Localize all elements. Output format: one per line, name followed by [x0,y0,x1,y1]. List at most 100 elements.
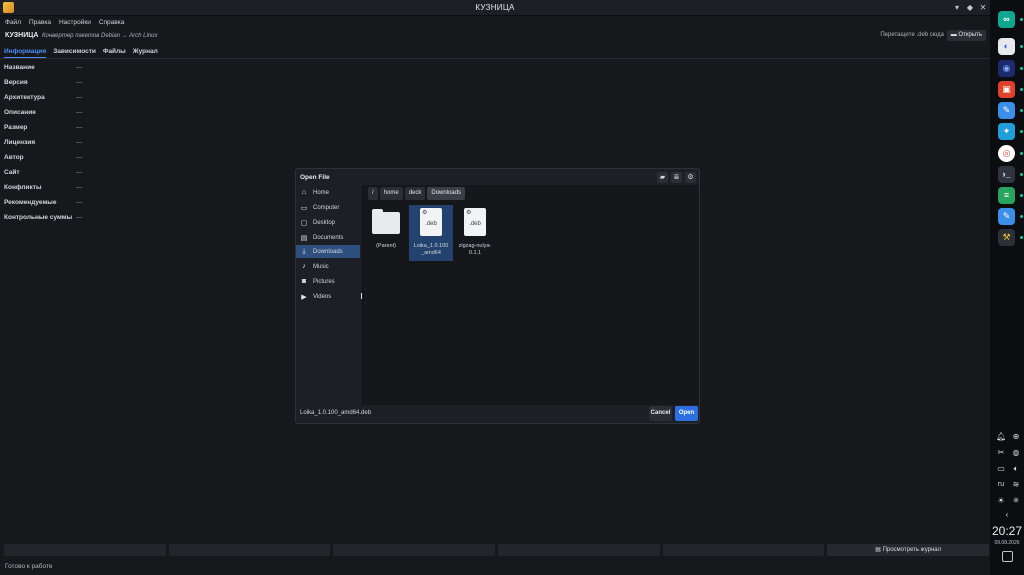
app-subtitle: Конвертер пакетов Debian → Arch Linux [42,33,158,39]
place-label: Desktop [313,219,336,226]
tools-icon[interactable]: ✂ [996,448,1006,458]
running-indicator [1020,18,1023,21]
volume-icon[interactable]: 🔈︎ [1011,464,1021,474]
wifi-icon[interactable]: ≋ [1011,480,1021,490]
app-icon-blue[interactable]: ◉ [998,60,1015,77]
show-desktop-icon[interactable] [1002,551,1013,562]
minimize-icon[interactable]: ▾ [951,2,963,14]
property-value: — [76,124,83,131]
close-icon[interactable]: ✕ [977,2,989,14]
file-item-zigzag[interactable]: ⚙ .deb zigzag-nulya- 0.1.1 [453,205,497,261]
folder-icon: ▬ [950,32,957,38]
list-view-icon[interactable]: ≣ [671,172,682,183]
menu-edit[interactable]: Правка [29,19,51,26]
tab-dependencies[interactable]: Зависимости [53,45,96,58]
property-row: Лицензия — [4,139,83,154]
infinity-app-icon[interactable]: ∞ [998,11,1015,28]
menu-bar: Файл Правка Настройки Справка [0,16,990,28]
steam-icon[interactable]: ◍ [1011,448,1021,458]
file-extension: .deb [469,221,481,227]
app-brand: КУЗНИЦА [5,32,39,39]
camera-icon: ◙ [301,278,307,285]
property-row: Описание — [4,109,83,124]
home-icon: ⌂ [301,189,307,196]
app-icon-layers[interactable]: ≡ [998,187,1015,204]
deb-file-icon: ⚙ .deb [420,208,442,236]
open-button[interactable]: Open [675,406,698,421]
app-icon-editor[interactable]: ✎ [998,102,1015,119]
running-indicator [1020,45,1023,48]
tab-log[interactable]: Журнал [133,45,158,58]
maximize-icon[interactable]: ◆ [964,2,976,14]
menu-file[interactable]: Файл [5,19,21,26]
place-home[interactable]: ⌂ Home [296,186,360,199]
terminal-icon[interactable]: ›_ [998,166,1015,183]
view-log-label: Просмотреть журнал [882,547,942,553]
gear-icon: ⚙ [466,210,472,216]
running-indicator [1020,130,1023,133]
crumb-deck[interactable]: deck [404,187,426,200]
property-value: — [76,94,83,101]
toolbar: КУЗНИЦА Конвертер пакетов Debian → Arch … [0,28,990,44]
new-folder-icon[interactable]: ▰ [657,172,668,183]
place-videos[interactable]: ▶ Videos [296,290,360,303]
properties-list: Название — Версия — Архитектура — Описание —… [4,64,83,229]
property-value: — [76,64,83,71]
place-computer[interactable]: ▭ Computer [296,201,360,214]
place-pictures[interactable]: ◙ Pictures [296,275,360,288]
place-documents[interactable]: ▤ Documents [296,231,360,244]
upload-icon[interactable]: ⊕ [1011,432,1021,442]
menu-help[interactable]: Справка [99,19,125,26]
place-music[interactable]: ♪ Music [296,260,360,273]
drive-icon[interactable]: ▭ [996,464,1006,474]
place-downloads[interactable]: ⤓ Downloads [296,245,360,258]
video-icon: ▶ [301,293,307,301]
network-icon[interactable]: ✳ [1011,496,1021,506]
property-row: Сайт — [4,169,83,184]
filename-field[interactable]: Loika_1.0.100_amd64.deb [300,410,371,416]
menu-settings[interactable]: Настройки [59,19,91,26]
kuznitsa-app-icon[interactable]: ⚒ [998,229,1015,246]
property-row: Название — [4,64,83,79]
documents-icon: ▤ [300,234,308,242]
app-icon-red[interactable]: ▣ [998,81,1015,98]
side-panel: ∞ ◐ ◉ ▣ ✎ ✦ ◎ ›_ ≡ ✎ ⚒ 🔔︎ ⊕ ✂ ◍ ▭ 🔈︎ ru … [990,0,1024,575]
place-label: Home [313,189,330,196]
app-icon-editor-2[interactable]: ✎ [998,208,1015,225]
bell-icon[interactable]: 🔔︎ [996,432,1006,442]
place-label: Downloads [313,248,343,255]
chevron-left-icon[interactable]: ‹ [1002,510,1012,520]
view-log-button[interactable]: ▤ Просмотреть журнал [827,544,990,556]
open-button[interactable]: ▬ Открыть [946,30,986,41]
open-file-dialog: Open File ▰ ≣ ⚙ ⌂ Home ▭ Computer ▢ Desktop… [295,168,700,424]
file-item-loika[interactable]: ⚙ .deb Loika_1.0.100 _amd64 [409,205,453,261]
property-key: Размер [4,124,28,131]
chrome-icon[interactable]: ◎ [998,145,1015,162]
property-value: — [76,199,83,206]
file-label-line2: 0.1.1 [468,250,482,256]
tab-info[interactable]: Информация [4,45,47,58]
action-button-disabled [4,544,166,556]
app-icon-drop[interactable]: ◐ [998,38,1015,55]
keyboard-layout[interactable]: ru [996,480,1006,490]
place-label: Pictures [313,278,335,285]
app-icon-flutter[interactable]: ✦ [998,123,1015,140]
gear-icon[interactable]: ⚙ [685,172,696,183]
brightness-icon[interactable]: ☀ [996,496,1006,506]
property-key: Сайт [4,169,20,176]
property-key: Рекомендуемые [4,199,57,206]
running-indicator [1020,236,1023,239]
places-sidebar: ⌂ Home ▭ Computer ▢ Desktop ▤ Documents ⤓ Dow… [296,185,360,405]
download-icon: ⤓ [302,247,306,255]
crumb-home[interactable]: home [379,187,403,200]
crumb-root[interactable]: / [368,187,378,200]
property-key: Версия [4,79,28,86]
place-desktop[interactable]: ▢ Desktop [296,216,360,229]
crumb-downloads[interactable]: Downloads [427,187,466,200]
file-label: Loika_1.0.100 [413,243,449,249]
clock-time[interactable]: 20:27 [990,524,1024,538]
tab-files[interactable]: Файлы [103,45,126,58]
file-item-parent[interactable]: (Parent) [364,205,408,261]
deb-file-icon: ⚙ .deb [464,208,486,236]
cancel-button[interactable]: Cancel [649,406,672,421]
